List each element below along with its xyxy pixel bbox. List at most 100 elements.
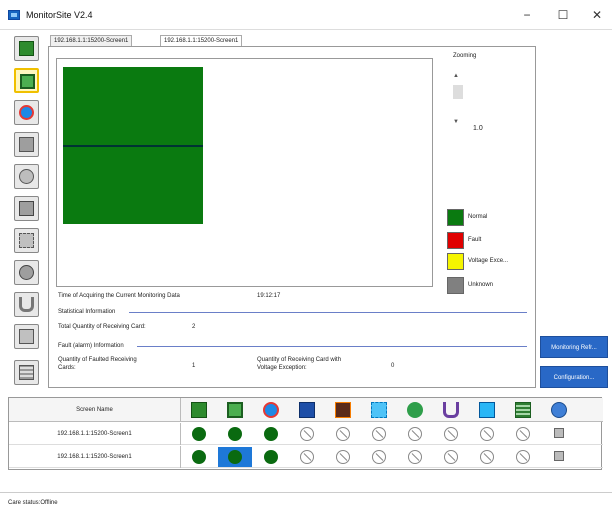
- no-data-icon: [480, 450, 494, 464]
- minimize-button[interactable]: −: [513, 6, 541, 24]
- receiving-card-icon: [299, 402, 315, 418]
- monitor-time-label: Time of Acquiring the Current Monitoring…: [58, 293, 180, 299]
- door-button[interactable]: [14, 324, 39, 349]
- statistical-divider: [129, 312, 527, 313]
- power-icon: [19, 201, 34, 216]
- door-icon: [479, 402, 495, 418]
- no-data-icon: [372, 450, 386, 464]
- legend-swatch: [447, 209, 464, 226]
- faulted-cards-label-2: Cards:: [58, 365, 76, 371]
- card-divider: [63, 145, 203, 147]
- no-data-icon: [444, 427, 458, 441]
- table-row[interactable]: 192.168.1.1:15200-Screen1: [9, 423, 603, 445]
- zoom-value: 1.0: [473, 125, 483, 132]
- no-data-icon: [300, 427, 314, 441]
- fan-icon: [371, 402, 387, 418]
- title-bar: MonitorSite V2.4 − ☐ ✕: [0, 0, 612, 30]
- fault-divider: [137, 346, 527, 347]
- screen-panel: Zooming ▲ ▼ 1.0 Normal Fault Voltage Exc…: [48, 46, 536, 388]
- screen-name-header: Screen Name: [9, 398, 181, 422]
- zoom-slider-thumb[interactable]: [453, 85, 463, 99]
- status-ok-icon: [192, 450, 206, 464]
- power-button[interactable]: [14, 196, 39, 221]
- status-ok-icon: [264, 450, 278, 464]
- receiving-card-icon: [19, 137, 34, 152]
- magnet-icon: [443, 402, 459, 418]
- monitor-icon: [19, 41, 34, 56]
- screen-name-cell[interactable]: 192.168.1.1:15200-Screen1: [9, 423, 181, 445]
- legend-swatch: [447, 253, 464, 270]
- voltage-cards-label-2: Voltage Exception:: [257, 365, 307, 371]
- zoom-label: Zooming: [453, 53, 477, 59]
- temperature-button[interactable]: [14, 100, 39, 125]
- legend-swatch: [447, 277, 464, 294]
- maximize-button[interactable]: ☐: [549, 6, 577, 24]
- no-data-icon: [300, 450, 314, 464]
- chevron-up-icon[interactable]: ▲: [453, 73, 459, 79]
- disk-button[interactable]: [14, 164, 39, 189]
- care-status-text: Care status:Offline: [8, 500, 58, 506]
- door-icon: [19, 329, 34, 344]
- total-cards-label: Total Quantity of Receiving Card:: [58, 324, 146, 330]
- faulted-cards-label: Quantity of Faulted Receiving: [58, 357, 137, 363]
- screen-view-button[interactable]: [14, 68, 39, 93]
- no-data-icon: [444, 450, 458, 464]
- legend-label: Unknown: [468, 282, 494, 288]
- status-ok-icon: [264, 427, 278, 441]
- monitor-icon: [191, 402, 207, 418]
- no-data-icon: [408, 450, 422, 464]
- voltage-icon: [19, 265, 34, 280]
- voltage-icon: [407, 402, 423, 418]
- temperature-icon: [19, 105, 34, 120]
- temperature-icon: [263, 402, 279, 418]
- screen-icon: [227, 402, 243, 418]
- status-bar: Care status:Offline: [0, 492, 612, 512]
- power-icon: [335, 402, 351, 418]
- magnet-button[interactable]: [14, 292, 39, 317]
- screen-name-cell[interactable]: 192.168.1.1:15200-Screen1: [9, 446, 181, 468]
- legend-label: Fault: [468, 237, 482, 243]
- screen-icon: [20, 74, 35, 89]
- configuration-button[interactable]: Configuration...: [540, 366, 608, 388]
- close-button[interactable]: ✕: [583, 6, 611, 24]
- screen-status-table: Screen Name 192.168.1.1:15200-Screen1 19…: [8, 397, 603, 470]
- table-row[interactable]: 192.168.1.1:15200-Screen1: [9, 446, 603, 468]
- fan-icon: [19, 233, 34, 248]
- chevron-down-icon[interactable]: ▼: [453, 119, 459, 125]
- no-data-icon: [336, 450, 350, 464]
- globe-icon: [551, 402, 567, 418]
- fault-title: Fault (alarm) Information: [58, 343, 124, 349]
- legend-voltage: Voltage Exce...: [447, 253, 537, 270]
- legend-label: Normal: [468, 214, 488, 220]
- screen-tab-bar: 192.168.1.1:15200-Screen1 192.168.1.1:15…: [48, 33, 538, 47]
- module-icon: [19, 365, 34, 380]
- app-icon: [8, 10, 20, 20]
- voltage-cards-label: Quantity of Receiving Card with: [257, 357, 342, 363]
- faulted-cards-value: 1: [192, 363, 196, 369]
- legend-swatch: [447, 232, 464, 249]
- legend-normal: Normal: [447, 209, 537, 226]
- screen-canvas: [56, 58, 433, 287]
- no-data-icon: [372, 427, 386, 441]
- monitoring-refresh-button[interactable]: Monitoring Refr...: [540, 336, 608, 358]
- magnet-icon: [19, 297, 34, 312]
- monitor-view-button[interactable]: [14, 36, 39, 61]
- fan-button[interactable]: [14, 228, 39, 253]
- legend-unknown: Unknown: [447, 277, 537, 294]
- screen-thumbnail-icon[interactable]: [554, 428, 564, 438]
- table-header: Screen Name: [9, 398, 603, 422]
- legend-label: Voltage Exce...: [468, 258, 509, 264]
- disk-icon: [19, 169, 34, 184]
- statistical-title: Statistical Information: [58, 309, 116, 315]
- module-button[interactable]: [14, 360, 39, 385]
- module-icon: [515, 402, 531, 418]
- no-data-icon: [336, 427, 350, 441]
- receiving-card-button[interactable]: [14, 132, 39, 157]
- total-cards-value: 2: [192, 324, 196, 330]
- legend-fault: Fault: [447, 232, 537, 249]
- screen-thumbnail-icon[interactable]: [554, 451, 564, 461]
- sidebar: [8, 32, 44, 387]
- status-ok-icon: [228, 450, 242, 464]
- zoom-slider[interactable]: ▲ ▼: [452, 69, 464, 129]
- voltage-button[interactable]: [14, 260, 39, 285]
